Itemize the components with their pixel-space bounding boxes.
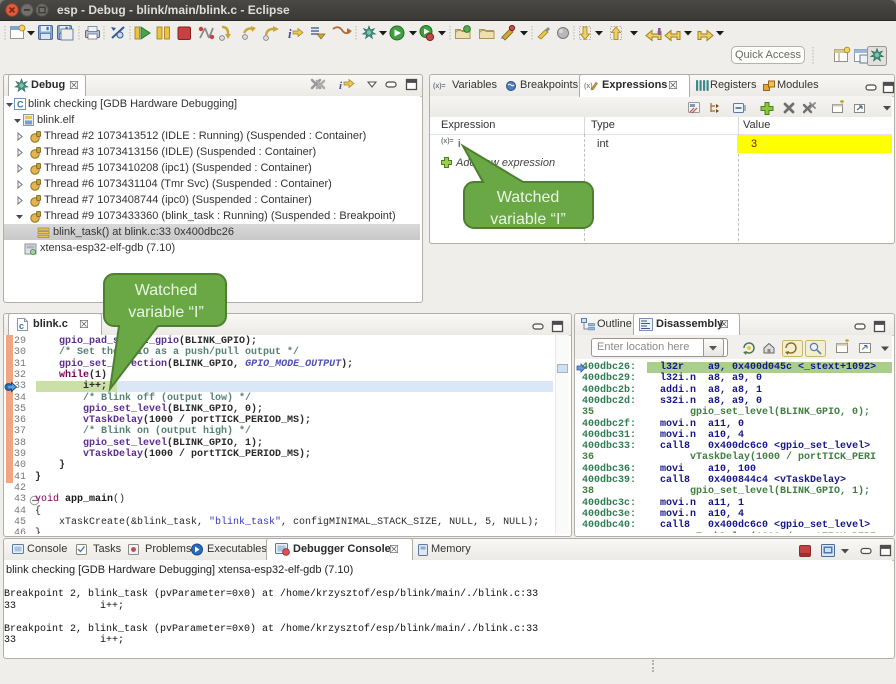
svg-text:Watched: Watched <box>497 189 560 206</box>
svg-text:variable “I”: variable “I” <box>128 304 204 321</box>
svg-text:(x): (x) <box>584 83 593 90</box>
svg-text:c: c <box>19 321 24 331</box>
svg-text:i: i <box>288 26 292 41</box>
svg-text:variable “I”: variable “I” <box>490 211 566 228</box>
svg-text:i: i <box>339 80 343 92</box>
svg-text:(x)=: (x)= <box>433 83 446 90</box>
svg-text:C: C <box>17 100 24 110</box>
svg-text:Watched: Watched <box>135 282 198 299</box>
